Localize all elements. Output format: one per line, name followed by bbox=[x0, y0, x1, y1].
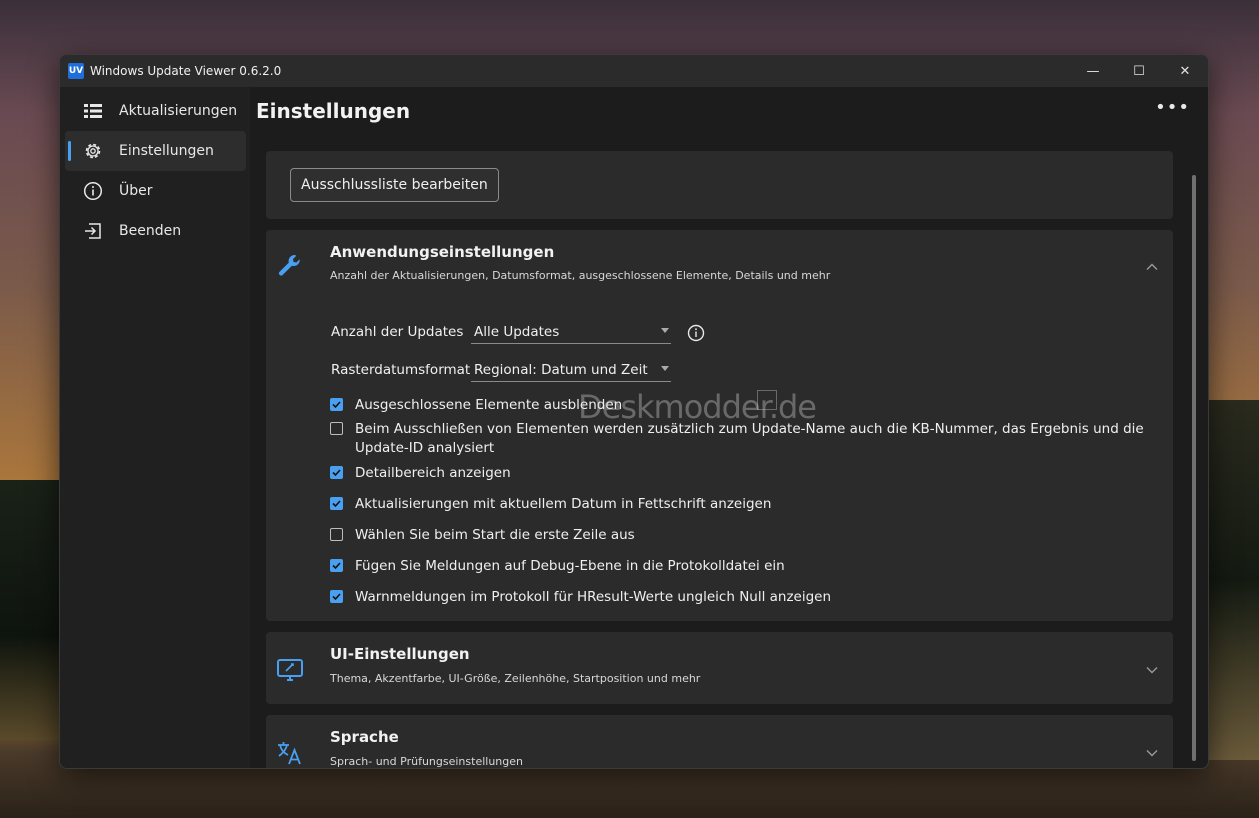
section-title: Anwendungseinstellungen bbox=[330, 243, 555, 261]
checkbox-label: Aktualisierungen mit aktuellem Datum in … bbox=[355, 496, 772, 512]
checkbox-checked[interactable] bbox=[330, 590, 343, 603]
sidebar: Aktualisierungen Einstellungen Über Been… bbox=[60, 87, 250, 768]
watermark-text: Deskmodder.de bbox=[578, 388, 817, 426]
main-panel: Einstellungen ••• Ausschlussliste bearbe… bbox=[250, 87, 1208, 768]
sidebar-item-ueber[interactable]: Über bbox=[65, 171, 246, 211]
chevron-up-icon[interactable] bbox=[1145, 259, 1159, 273]
ui-settings-card[interactable]: UI-Einstellungen Thema, Akzentfarbe, UI-… bbox=[266, 632, 1173, 704]
checkbox-checked[interactable] bbox=[330, 398, 343, 411]
checkbox-row[interactable]: Aktualisierungen mit aktuellem Datum in … bbox=[330, 495, 1155, 514]
sidebar-item-label: Aktualisierungen bbox=[119, 103, 238, 119]
checkbox-unchecked[interactable] bbox=[330, 528, 343, 541]
update-count-combobox[interactable]: Alle Updates bbox=[471, 320, 671, 344]
section-title: UI-Einstellungen bbox=[330, 645, 470, 663]
checkbox-checked[interactable] bbox=[330, 497, 343, 510]
section-title: Sprache bbox=[330, 728, 399, 746]
combobox-value: Alle Updates bbox=[474, 323, 560, 340]
section-subtitle: Anzahl der Aktualisierungen, Datumsforma… bbox=[330, 269, 831, 282]
exit-icon bbox=[83, 221, 103, 241]
checkbox-checked[interactable] bbox=[330, 559, 343, 572]
section-subtitle: Sprach- und Prüfungseinstellungen bbox=[330, 755, 523, 768]
update-count-label: Anzahl der Updates bbox=[331, 324, 464, 340]
checkbox-label: Wählen Sie beim Start die erste Zeile au… bbox=[355, 527, 635, 543]
edit-exclusion-list-button[interactable]: Ausschlussliste bearbeiten bbox=[290, 168, 499, 202]
checkbox-checked[interactable] bbox=[330, 466, 343, 479]
translate-icon bbox=[276, 739, 304, 767]
info-icon[interactable] bbox=[687, 324, 705, 342]
language-card[interactable]: Sprache Sprach- und Prüfungseinstellunge… bbox=[266, 715, 1173, 768]
sidebar-item-aktualisierungen[interactable]: Aktualisierungen bbox=[65, 91, 246, 131]
checkbox-label: Fügen Sie Meldungen auf Debug-Ebene in d… bbox=[355, 558, 785, 574]
minimize-button[interactable]: — bbox=[1070, 55, 1116, 87]
list-icon bbox=[83, 101, 103, 121]
settings-content: Ausschlussliste bearbeiten Anwendungsein… bbox=[266, 151, 1173, 768]
checkbox-label: Warnmeldungen im Protokoll für HResult-W… bbox=[355, 589, 832, 605]
section-subtitle: Thema, Akzentfarbe, UI-Größe, Zeilenhöhe… bbox=[330, 672, 701, 685]
chevron-down-icon bbox=[661, 328, 669, 333]
window-title: Windows Update Viewer 0.6.2.0 bbox=[90, 64, 282, 78]
checkbox-unchecked[interactable] bbox=[330, 422, 343, 435]
maximize-button[interactable]: ☐ bbox=[1116, 55, 1162, 87]
checkbox-row[interactable]: Detailbereich anzeigen bbox=[330, 464, 1155, 483]
chevron-down-icon bbox=[661, 366, 669, 371]
chevron-down-icon[interactable] bbox=[1145, 745, 1159, 759]
exclusion-card: Ausschlussliste bearbeiten bbox=[266, 151, 1173, 219]
chevron-down-icon[interactable] bbox=[1145, 662, 1159, 676]
combobox-value: Regional: Datum und Zeit bbox=[474, 361, 648, 378]
page-title: Einstellungen bbox=[256, 99, 411, 123]
watermark-logo bbox=[757, 390, 777, 410]
wrench-icon bbox=[276, 252, 304, 280]
more-options-button[interactable]: ••• bbox=[1155, 97, 1190, 118]
monitor-icon bbox=[276, 656, 304, 684]
date-format-label: Rasterdatumsformat bbox=[331, 362, 471, 378]
gear-icon bbox=[83, 141, 103, 161]
checkbox-row[interactable]: Wählen Sie beim Start die erste Zeile au… bbox=[330, 526, 1155, 545]
title-bar[interactable]: UV Windows Update Viewer 0.6.2.0 — ☐ ✕ bbox=[60, 55, 1208, 87]
sidebar-item-beenden[interactable]: Beenden bbox=[65, 211, 246, 251]
app-logo-icon: UV bbox=[68, 63, 84, 79]
sidebar-item-label: Über bbox=[119, 183, 153, 199]
info-icon bbox=[83, 181, 103, 201]
sidebar-item-einstellungen[interactable]: Einstellungen bbox=[65, 131, 246, 171]
sidebar-item-label: Beenden bbox=[119, 223, 182, 239]
checkbox-row[interactable]: Fügen Sie Meldungen auf Debug-Ebene in d… bbox=[330, 557, 1155, 576]
close-button[interactable]: ✕ bbox=[1162, 55, 1208, 87]
active-indicator bbox=[68, 141, 71, 161]
sidebar-item-label: Einstellungen bbox=[119, 143, 214, 159]
wallpaper-right bbox=[1207, 400, 1259, 760]
checkbox-label: Detailbereich anzeigen bbox=[355, 465, 511, 481]
wallpaper-left bbox=[0, 480, 60, 740]
checkbox-row[interactable]: Warnmeldungen im Protokoll für HResult-W… bbox=[330, 588, 1155, 607]
date-format-combobox[interactable]: Regional: Datum und Zeit bbox=[471, 358, 671, 382]
vertical-scrollbar[interactable] bbox=[1192, 175, 1196, 761]
